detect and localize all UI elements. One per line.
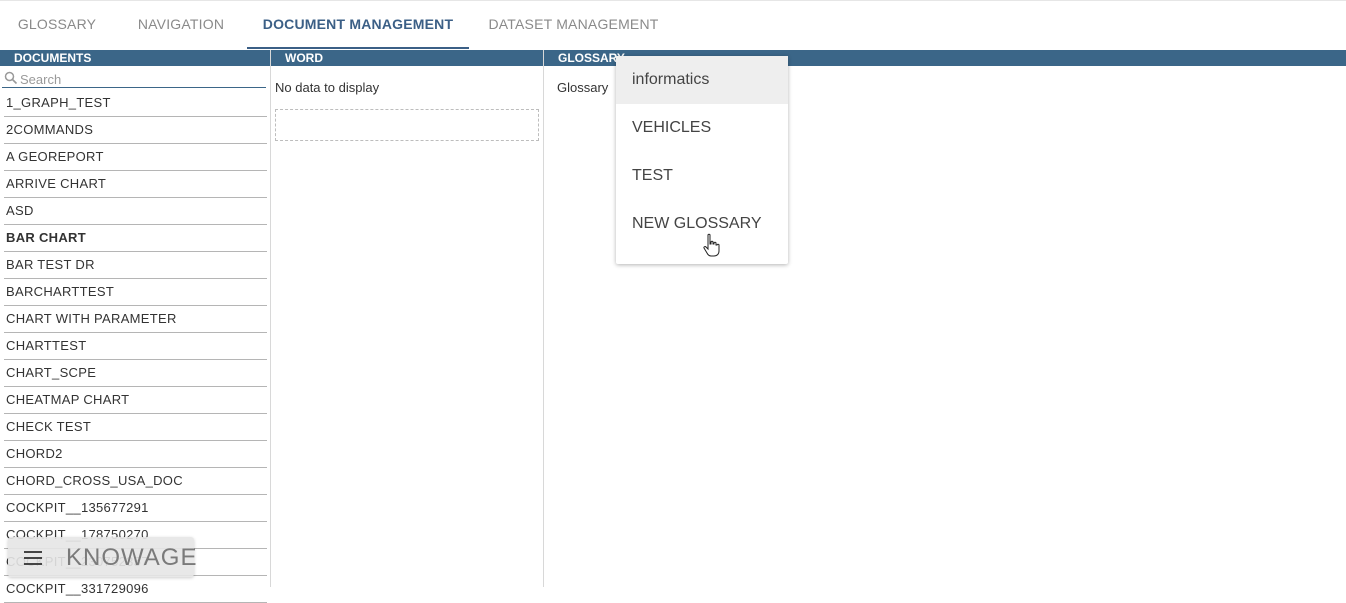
list-item[interactable]: BAR TEST DR xyxy=(4,252,267,279)
empty-message: No data to display xyxy=(275,80,380,95)
hand-pointer-icon xyxy=(703,233,720,257)
documents-search xyxy=(2,71,266,88)
dropdown-option-informatics[interactable]: informatics xyxy=(616,56,788,104)
list-item[interactable]: CHART WITH PARAMETER xyxy=(4,306,267,333)
list-item[interactable]: COCKPIT__331729096 xyxy=(4,576,267,603)
tab-dataset-management[interactable]: DATASET MANAGEMENT xyxy=(469,1,678,47)
documents-list: 1_GRAPH_TEST 2COMMANDS A GEOREPORT ARRIV… xyxy=(0,90,270,603)
list-item-selected[interactable]: BAR CHART xyxy=(4,225,267,252)
documents-header: DOCUMENTS xyxy=(0,50,270,66)
list-item[interactable]: CHORD_CROSS_USA_DOC xyxy=(4,468,267,495)
search-input[interactable] xyxy=(20,72,260,86)
knowage-logo: KNOWAGE xyxy=(66,544,198,571)
tab-document-management[interactable]: DOCUMENT MANAGEMENT xyxy=(247,1,469,47)
list-item[interactable]: CHECK TEST xyxy=(4,414,267,441)
list-item[interactable]: 2COMMANDS xyxy=(4,117,267,144)
list-item[interactable]: CHART_SCPE xyxy=(4,360,267,387)
active-tab-indicator xyxy=(247,47,469,49)
word-header: WORD xyxy=(271,50,543,66)
list-item[interactable]: CHORD2 xyxy=(4,441,267,468)
search-icon xyxy=(4,71,18,85)
list-item[interactable]: 1_GRAPH_TEST xyxy=(4,90,267,117)
glossary-select-label[interactable]: Glossary xyxy=(557,80,608,95)
dropdown-option-vehicles[interactable]: VEHICLES xyxy=(616,104,788,152)
list-item[interactable]: BARCHARTTEST xyxy=(4,279,267,306)
word-drop-zone[interactable] xyxy=(275,109,539,141)
tab-glossary[interactable]: GLOSSARY xyxy=(0,1,114,47)
list-item[interactable]: COCKPIT__135677291 xyxy=(4,495,267,522)
list-item[interactable]: CHARTTEST xyxy=(4,333,267,360)
tab-navigation[interactable]: NAVIGATION xyxy=(114,1,248,47)
list-item[interactable]: A GEOREPORT xyxy=(4,144,267,171)
hamburger-menu-icon[interactable] xyxy=(24,551,42,565)
list-item[interactable]: ASD xyxy=(4,198,267,225)
tab-bar: GLOSSARY NAVIGATION DOCUMENT MANAGEMENT … xyxy=(0,1,1346,49)
app-logo-bar[interactable]: KNOWAGE xyxy=(8,537,198,577)
dropdown-option-test[interactable]: TEST xyxy=(616,152,788,200)
list-item[interactable]: CHEATMAP CHART xyxy=(4,387,267,414)
list-item[interactable]: ARRIVE CHART xyxy=(4,171,267,198)
